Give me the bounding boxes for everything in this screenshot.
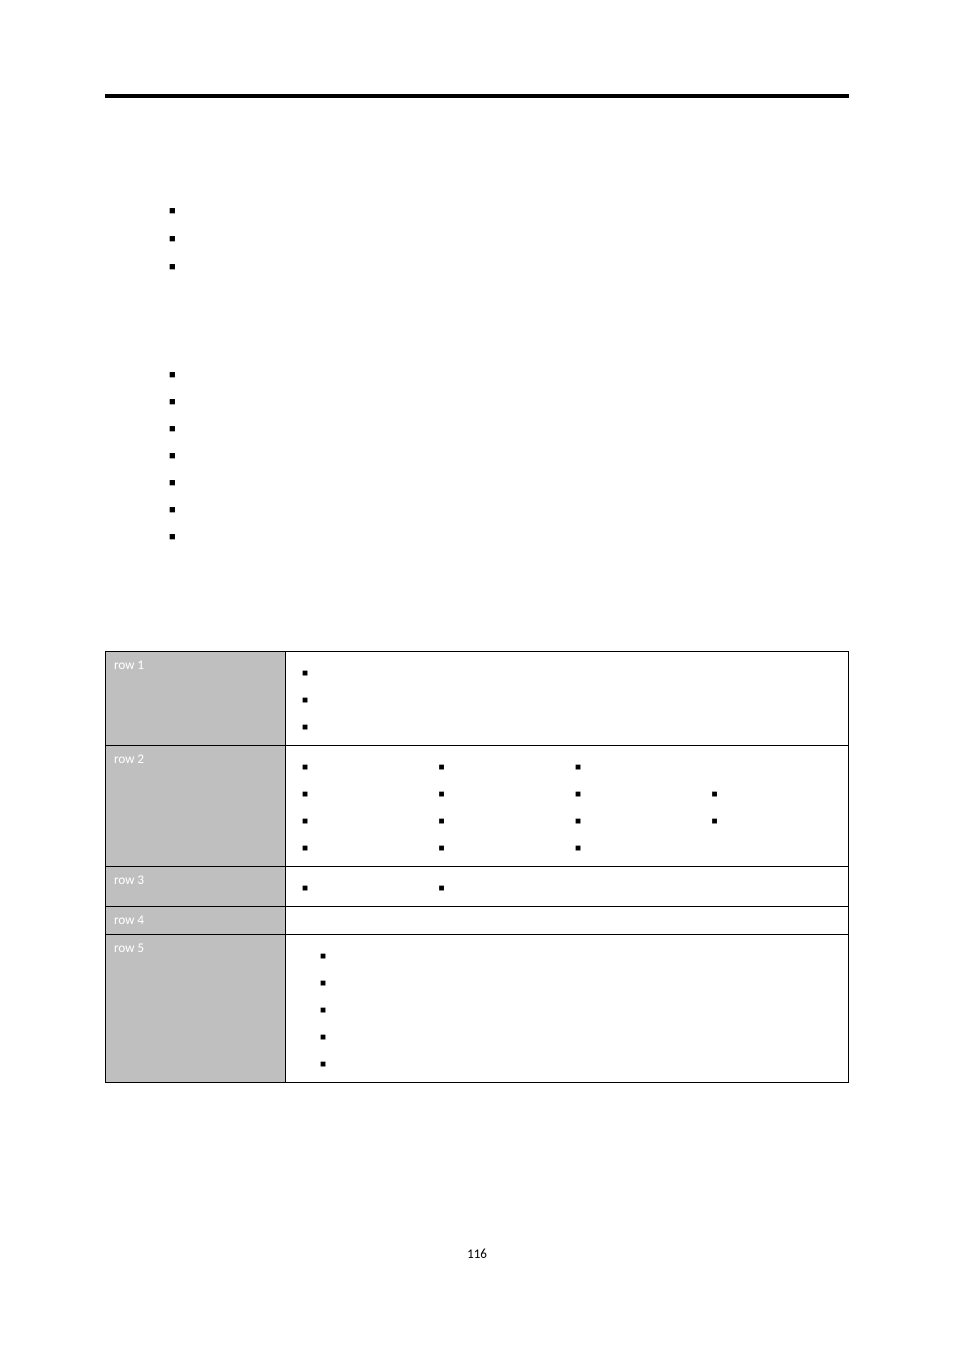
list-item: e: [294, 1049, 840, 1076]
list-item: a: [294, 941, 840, 968]
table-row: row 3 a a: [106, 867, 849, 907]
list-item: d: [431, 833, 568, 860]
list-1: item item item: [105, 196, 849, 280]
paragraph-b: paragraph text: [105, 605, 849, 623]
list-item: c: [704, 806, 841, 833]
list-item: item: [169, 414, 849, 441]
list-item: c: [567, 806, 704, 833]
row-content: a b c: [286, 652, 849, 746]
page-number: 116: [0, 1247, 954, 1262]
list-item: item: [169, 252, 849, 280]
section-title: Section Title: [105, 128, 849, 154]
row-content: a a: [286, 867, 849, 907]
list-item: a: [294, 658, 840, 685]
table-row: row 4: [106, 907, 849, 935]
intro-paragraph: intro paragraph line: [105, 172, 849, 190]
list-item: d: [294, 833, 431, 860]
subheading-b: sub heading: [105, 581, 849, 599]
list-item: item: [169, 468, 849, 495]
row-label: row 5: [106, 935, 286, 1083]
list-item: b: [431, 779, 568, 806]
row-label: row 4: [106, 907, 286, 935]
list-item: item: [169, 224, 849, 252]
list-item: d: [567, 833, 704, 860]
row-content: a b c d a b c d a b c d: [286, 746, 849, 867]
table-row: row 1 a b c: [106, 652, 849, 746]
paragraph-a: paragraph text: [105, 336, 849, 354]
table-row: row 2 a b c d a b c d: [106, 746, 849, 867]
list-item: a: [294, 873, 431, 900]
list-item: item: [169, 495, 849, 522]
row-label: row 1: [106, 652, 286, 746]
list-item: item: [169, 441, 849, 468]
row-label: row 2: [106, 746, 286, 867]
list-item: a: [431, 752, 568, 779]
spec-table: row 1 a b c row 2 a b c d: [105, 651, 849, 1083]
list-item: b: [294, 968, 840, 995]
list-item: b: [567, 779, 704, 806]
table-row: row 5 a b c d e: [106, 935, 849, 1083]
list-item: item: [169, 522, 849, 549]
subheading-a: sub heading: [105, 312, 849, 330]
list-item: c: [294, 712, 840, 739]
list-item: a: [294, 752, 431, 779]
list-2: item item item item item item item: [105, 360, 849, 549]
row-label: row 3: [106, 867, 286, 907]
list-item: c: [294, 806, 431, 833]
list-item: c: [294, 995, 840, 1022]
list-item: b: [294, 685, 840, 712]
list-item: d: [294, 1022, 840, 1049]
list-item: item: [169, 387, 849, 414]
row-content: a b c d e: [286, 935, 849, 1083]
list-item: b: [704, 779, 841, 806]
list-item: item: [169, 196, 849, 224]
row-content: [286, 907, 849, 935]
list-item: b: [294, 779, 431, 806]
list-item: a: [567, 752, 704, 779]
list-item: item: [169, 360, 849, 387]
list-item: c: [431, 806, 568, 833]
list-item: a: [431, 873, 568, 900]
header-rule: [105, 94, 849, 98]
